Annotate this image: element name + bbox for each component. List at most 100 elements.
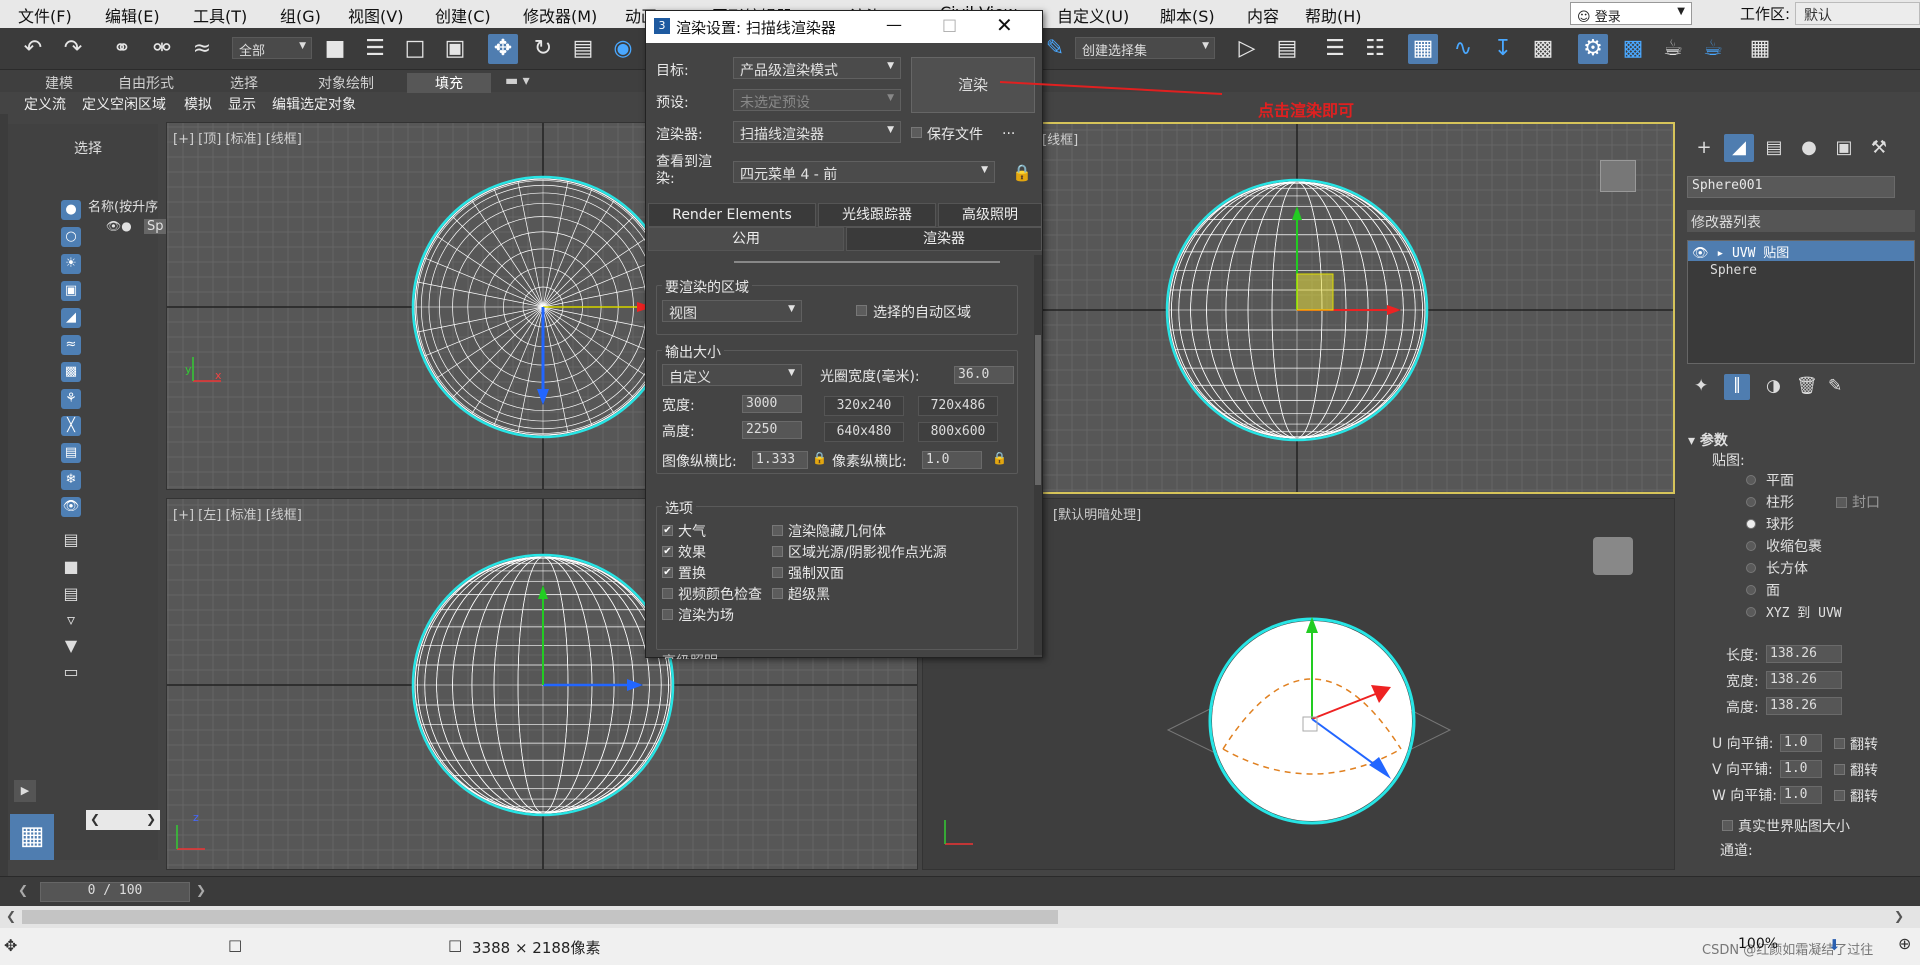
option-right-checkbox-0[interactable] <box>772 525 783 536</box>
ribbon-tab-selection[interactable]: 选择 <box>230 73 258 93</box>
more-button[interactable]: ... <box>1002 122 1015 138</box>
u-tile-spinner[interactable]: 1.0 <box>1780 734 1822 752</box>
undo-icon[interactable]: ↶ <box>18 34 48 64</box>
menu-view[interactable]: 视图(V) <box>348 3 403 27</box>
scroll-left-icon[interactable]: ❮ <box>6 909 16 923</box>
lock-icon[interactable]: 🔒 <box>1012 163 1032 182</box>
layer-explorer-icon[interactable]: ☰ <box>1320 34 1350 64</box>
configure-sets-icon[interactable]: ✎ <box>1828 376 1842 396</box>
u-flip-checkbox[interactable] <box>1834 738 1845 749</box>
modifier-list-dropdown[interactable]: 修改器列表 <box>1687 210 1915 232</box>
display-none-icon[interactable]: ■ <box>61 557 81 577</box>
pixel-aspect-spinner[interactable]: 1.0 <box>922 451 982 469</box>
modify-panel-icon[interactable]: ◢ <box>1724 134 1754 162</box>
rect-selection-icon[interactable]: □ <box>400 34 430 64</box>
download-icon[interactable]: ⬇ <box>1828 936 1841 954</box>
menu-edit[interactable]: 编辑(E) <box>105 3 160 27</box>
ribbon-tab-modeling[interactable]: 建模 <box>45 73 73 93</box>
height-spinner[interactable]: 2250 <box>742 421 802 439</box>
main-hscroll[interactable]: ❮ ❯ <box>0 906 1920 928</box>
width-spinner[interactable]: 3000 <box>742 395 802 413</box>
option-left-checkbox-3[interactable] <box>662 588 673 599</box>
particle-filter-icon[interactable]: ❄ <box>61 470 81 490</box>
option-right-checkbox-3[interactable] <box>772 588 783 599</box>
width-spinner[interactable]: 138.26 <box>1766 671 1842 689</box>
material-editor-icon[interactable]: ▩ <box>1528 34 1558 64</box>
ribbon-edit-selected[interactable]: 编辑选定对象 <box>272 94 356 114</box>
save-file-checkbox[interactable] <box>911 127 922 138</box>
trash-icon[interactable]: 🗑 <box>1796 376 1818 396</box>
select-by-name-icon[interactable]: ☰ <box>360 34 390 64</box>
aperture-spinner[interactable]: 36.0 <box>954 366 1014 384</box>
create-panel-icon[interactable]: + <box>1689 134 1719 162</box>
zoom-level[interactable]: 100% <box>1738 936 1778 952</box>
menu-create[interactable]: 创建(C) <box>435 3 491 27</box>
ribbon-tab-object-paint[interactable]: 对象绘制 <box>318 73 374 93</box>
minimize-icon[interactable]: — <box>886 15 902 34</box>
scene-explorer-column-header[interactable]: 名称(按升序 <box>88 196 164 215</box>
scroll-right-icon[interactable]: ❯ <box>1894 909 1904 923</box>
menu-modifiers[interactable]: 修改器(M) <box>523 3 597 27</box>
filter-settings-icon[interactable]: ▿ <box>61 610 81 630</box>
rendered-frame-window-icon[interactable]: ▩ <box>1618 34 1648 64</box>
view-to-render-dropdown[interactable]: 四元菜单 4 - 前 ▼ <box>733 161 995 183</box>
viewport-top-label[interactable]: [+] [顶] [标准] [线框] <box>173 128 302 147</box>
mapping-option-cylindrical[interactable]: 柱形 <box>1766 492 1794 512</box>
time-next-icon[interactable]: ❯ <box>196 883 214 901</box>
mapping-radio-face[interactable] <box>1746 585 1756 595</box>
stack-item-sphere[interactable]: Sphere <box>1710 263 1757 278</box>
move-gizmo[interactable] <box>1292 206 1401 315</box>
edit-named-selection-icon[interactable]: ✎ <box>1040 34 1070 64</box>
mapping-option-xyz[interactable]: XYZ 到 UVW <box>1766 602 1842 621</box>
render-iterative-icon[interactable]: ☕ <box>1698 34 1728 64</box>
curve-editor-icon[interactable]: ∿ <box>1448 34 1478 64</box>
menu-file[interactable]: 文件(F) <box>18 3 72 27</box>
ribbon-simulate[interactable]: 模拟 <box>184 94 212 114</box>
pin-stack-icon[interactable]: ✦ <box>1694 376 1708 396</box>
mapping-radio-box[interactable] <box>1746 563 1756 573</box>
aspect-lock-icon[interactable]: 🔒 <box>812 451 827 465</box>
scene-item-sphere[interactable]: Sp <box>144 219 167 234</box>
output-size-dropdown[interactable]: 自定义 ▼ <box>662 364 802 386</box>
params-rollout-title[interactable]: ▾ 参数 <box>1688 430 1728 450</box>
mapping-option-face[interactable]: 面 <box>1766 580 1780 600</box>
option-right-checkbox-2[interactable] <box>772 567 783 578</box>
v-flip-checkbox[interactable] <box>1834 764 1845 775</box>
preset-720x486-button[interactable]: 720x486 <box>918 396 998 416</box>
filter-icon[interactable]: ▼ <box>61 636 81 656</box>
option-left-checkbox-2[interactable]: ✔ <box>662 567 673 578</box>
w-tile-spinner[interactable]: 1.0 <box>1780 786 1822 804</box>
show-end-result-icon[interactable]: ‖ <box>1724 374 1750 400</box>
selection-filter-dropdown[interactable]: 全部 ▼ <box>232 37 312 59</box>
render-production-icon[interactable]: ☕ <box>1658 34 1688 64</box>
select-object-icon[interactable]: ■ <box>320 34 350 64</box>
option-left-checkbox-4[interactable] <box>662 609 673 620</box>
height-spinner[interactable]: 138.26 <box>1766 697 1842 715</box>
group-filter-icon[interactable]: ▩ <box>61 362 81 382</box>
folder-icon[interactable]: ▭ <box>61 662 81 682</box>
scroll-thumb[interactable] <box>22 910 1058 924</box>
unlink-icon[interactable]: ⚮ <box>147 34 177 64</box>
option-right-checkbox-1[interactable] <box>772 546 783 557</box>
preset-320x240-button[interactable]: 320x240 <box>824 396 904 416</box>
option-left-checkbox-0[interactable]: ✔ <box>662 525 673 536</box>
area-dropdown[interactable]: 视图 ▼ <box>662 300 802 322</box>
render-setup-icon[interactable]: ⚙ <box>1578 34 1608 64</box>
display-all-icon[interactable]: ▤ <box>61 530 81 550</box>
time-slider[interactable]: 0 / 100 <box>40 882 190 902</box>
dialog-vscroll[interactable] <box>1034 255 1042 655</box>
cap-checkbox[interactable] <box>1836 497 1847 508</box>
workspace-dropdown[interactable]: 默认 <box>1795 2 1920 25</box>
pixel-lock-icon[interactable]: 🔒 <box>992 451 1007 465</box>
frozen-filter-icon[interactable]: 👁 <box>61 497 81 517</box>
visibility-eye-icon[interactable]: 👁● <box>106 219 132 233</box>
mapping-radio-xyz[interactable] <box>1746 607 1756 617</box>
image-aspect-spinner[interactable]: 1.333 <box>752 451 808 469</box>
w-flip-checkbox[interactable] <box>1834 790 1845 801</box>
renderer-dropdown[interactable]: 扫描线渲染器 ▼ <box>733 121 901 143</box>
dialog-titlebar[interactable]: 3 渲染设置: 扫描线渲染器 — □ ✕ <box>646 11 1042 43</box>
geometry-filter-icon[interactable]: ● <box>61 200 81 220</box>
ribbon-tab-freeform[interactable]: 自由形式 <box>118 73 174 93</box>
menu-customize[interactable]: 自定义(U) <box>1057 3 1129 27</box>
display-panel-icon[interactable]: ▣ <box>1829 134 1859 162</box>
